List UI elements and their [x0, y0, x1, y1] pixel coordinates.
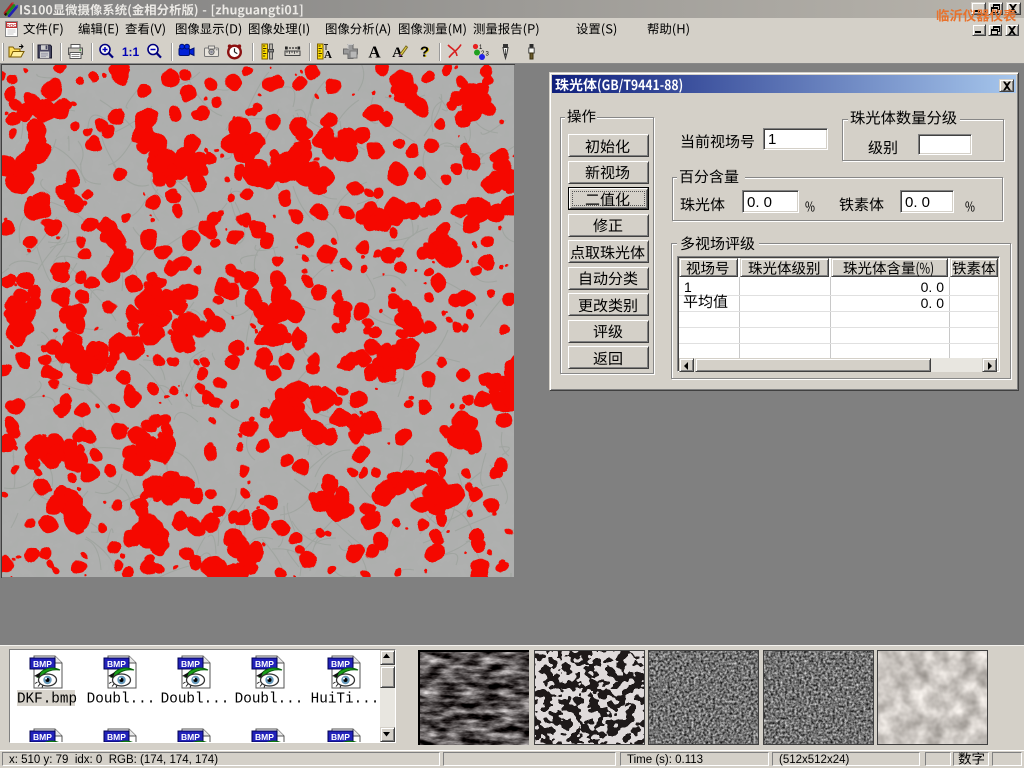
svg-text:1:1: 1:1 [121, 45, 139, 59]
svg-text:?: ? [419, 44, 428, 61]
svg-text:A: A [368, 43, 381, 62]
svg-text:HuiTi...: HuiTi... [311, 692, 380, 708]
svg-text:Doubl...: Doubl... [161, 692, 230, 708]
svg-text:Doubl...: Doubl... [235, 692, 304, 708]
svg-text:Doubl...: Doubl... [87, 692, 156, 708]
svg-text:DOC: DOC [6, 23, 17, 28]
svg-text:A: A [324, 49, 332, 61]
svg-text:3: 3 [485, 52, 489, 58]
svg-text:DKF.bmp: DKF.bmp [17, 692, 77, 708]
